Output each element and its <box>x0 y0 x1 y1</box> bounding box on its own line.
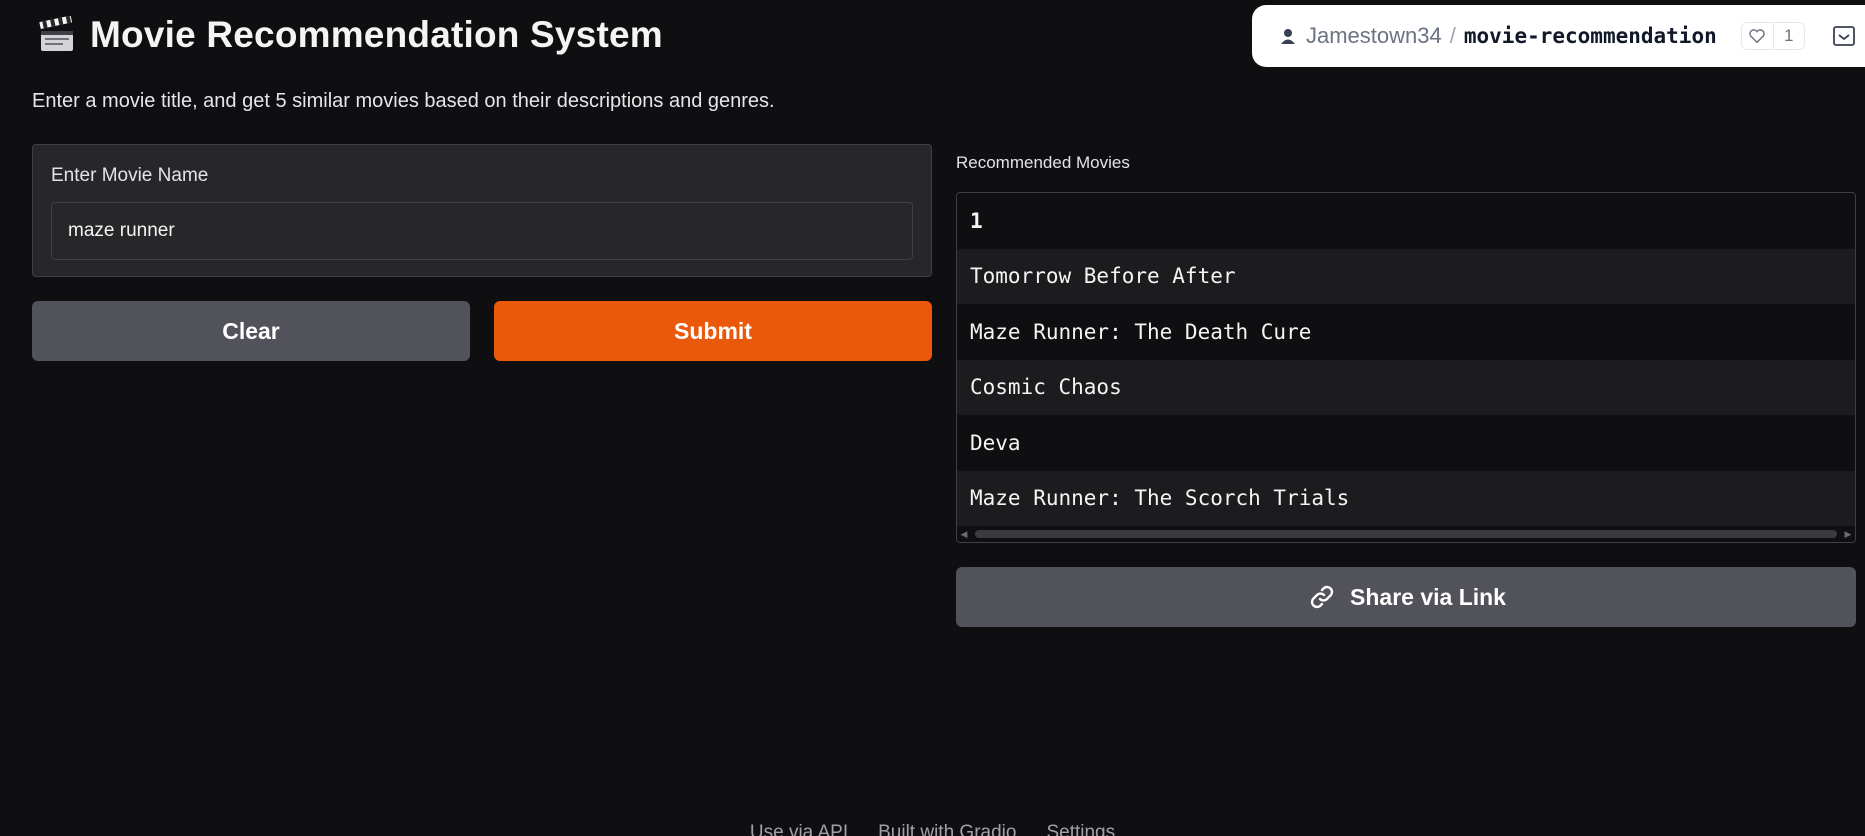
share-button-label: Share via Link <box>1350 583 1506 610</box>
app-page: Movie Recommendation System Enter a movi… <box>0 0 1865 836</box>
like-count: 1 <box>1784 26 1794 45</box>
clapperboard-icon <box>38 16 76 54</box>
user-avatar-icon <box>1278 26 1298 46</box>
table-header: 1 <box>957 193 1855 249</box>
path-separator: / <box>1449 23 1456 48</box>
output-label: Recommended Movies <box>956 153 1130 172</box>
scrollbar-thumb[interactable] <box>975 530 1837 538</box>
table-row: Maze Runner: The Death Cure <box>957 304 1855 360</box>
movie-input-label: Enter Movie Name <box>51 165 209 186</box>
space-repo-name[interactable]: movie-recommendation <box>1464 24 1717 48</box>
share-via-link-button[interactable]: Share via Link <box>956 567 1856 627</box>
table-row: Cosmic Chaos <box>957 359 1855 415</box>
submit-button[interactable]: Submit <box>494 301 932 361</box>
link-icon <box>1306 581 1338 613</box>
table-row: Deva <box>957 415 1855 471</box>
scroll-left-icon[interactable]: ◀ <box>957 529 971 540</box>
use-via-api-link[interactable]: Use via API <box>750 822 848 836</box>
horizontal-scrollbar[interactable]: ◀ ▶ <box>957 526 1855 542</box>
like-button[interactable]: 1 <box>1740 22 1805 50</box>
settings-link[interactable]: Settings <box>1046 822 1115 836</box>
movie-name-input[interactable] <box>51 202 913 260</box>
movie-input-panel: Enter Movie Name <box>32 144 932 277</box>
space-badge[interactable]: Jamestown34 / movie-recommendation 1 <box>1252 5 1865 67</box>
table-row: Maze Runner: The Scorch Trials <box>957 470 1855 526</box>
table-row: Tomorrow Before After <box>957 248 1855 304</box>
collection-icon[interactable] <box>1831 23 1857 49</box>
heart-icon <box>1742 23 1774 49</box>
space-owner[interactable]: Jamestown34 <box>1306 23 1442 49</box>
page-description: Enter a movie title, and get 5 similar m… <box>32 90 775 112</box>
clear-button[interactable]: Clear <box>32 301 470 361</box>
title-row: Movie Recommendation System <box>38 14 663 56</box>
page-title: Movie Recommendation System <box>90 14 663 55</box>
scroll-right-icon[interactable]: ▶ <box>1841 529 1855 540</box>
footer: Use via API Built with Gradio Settings <box>0 822 1865 836</box>
recommended-movies-table: 1 Tomorrow Before After Maze Runner: The… <box>956 192 1856 543</box>
built-with-gradio-link[interactable]: Built with Gradio <box>878 822 1016 836</box>
